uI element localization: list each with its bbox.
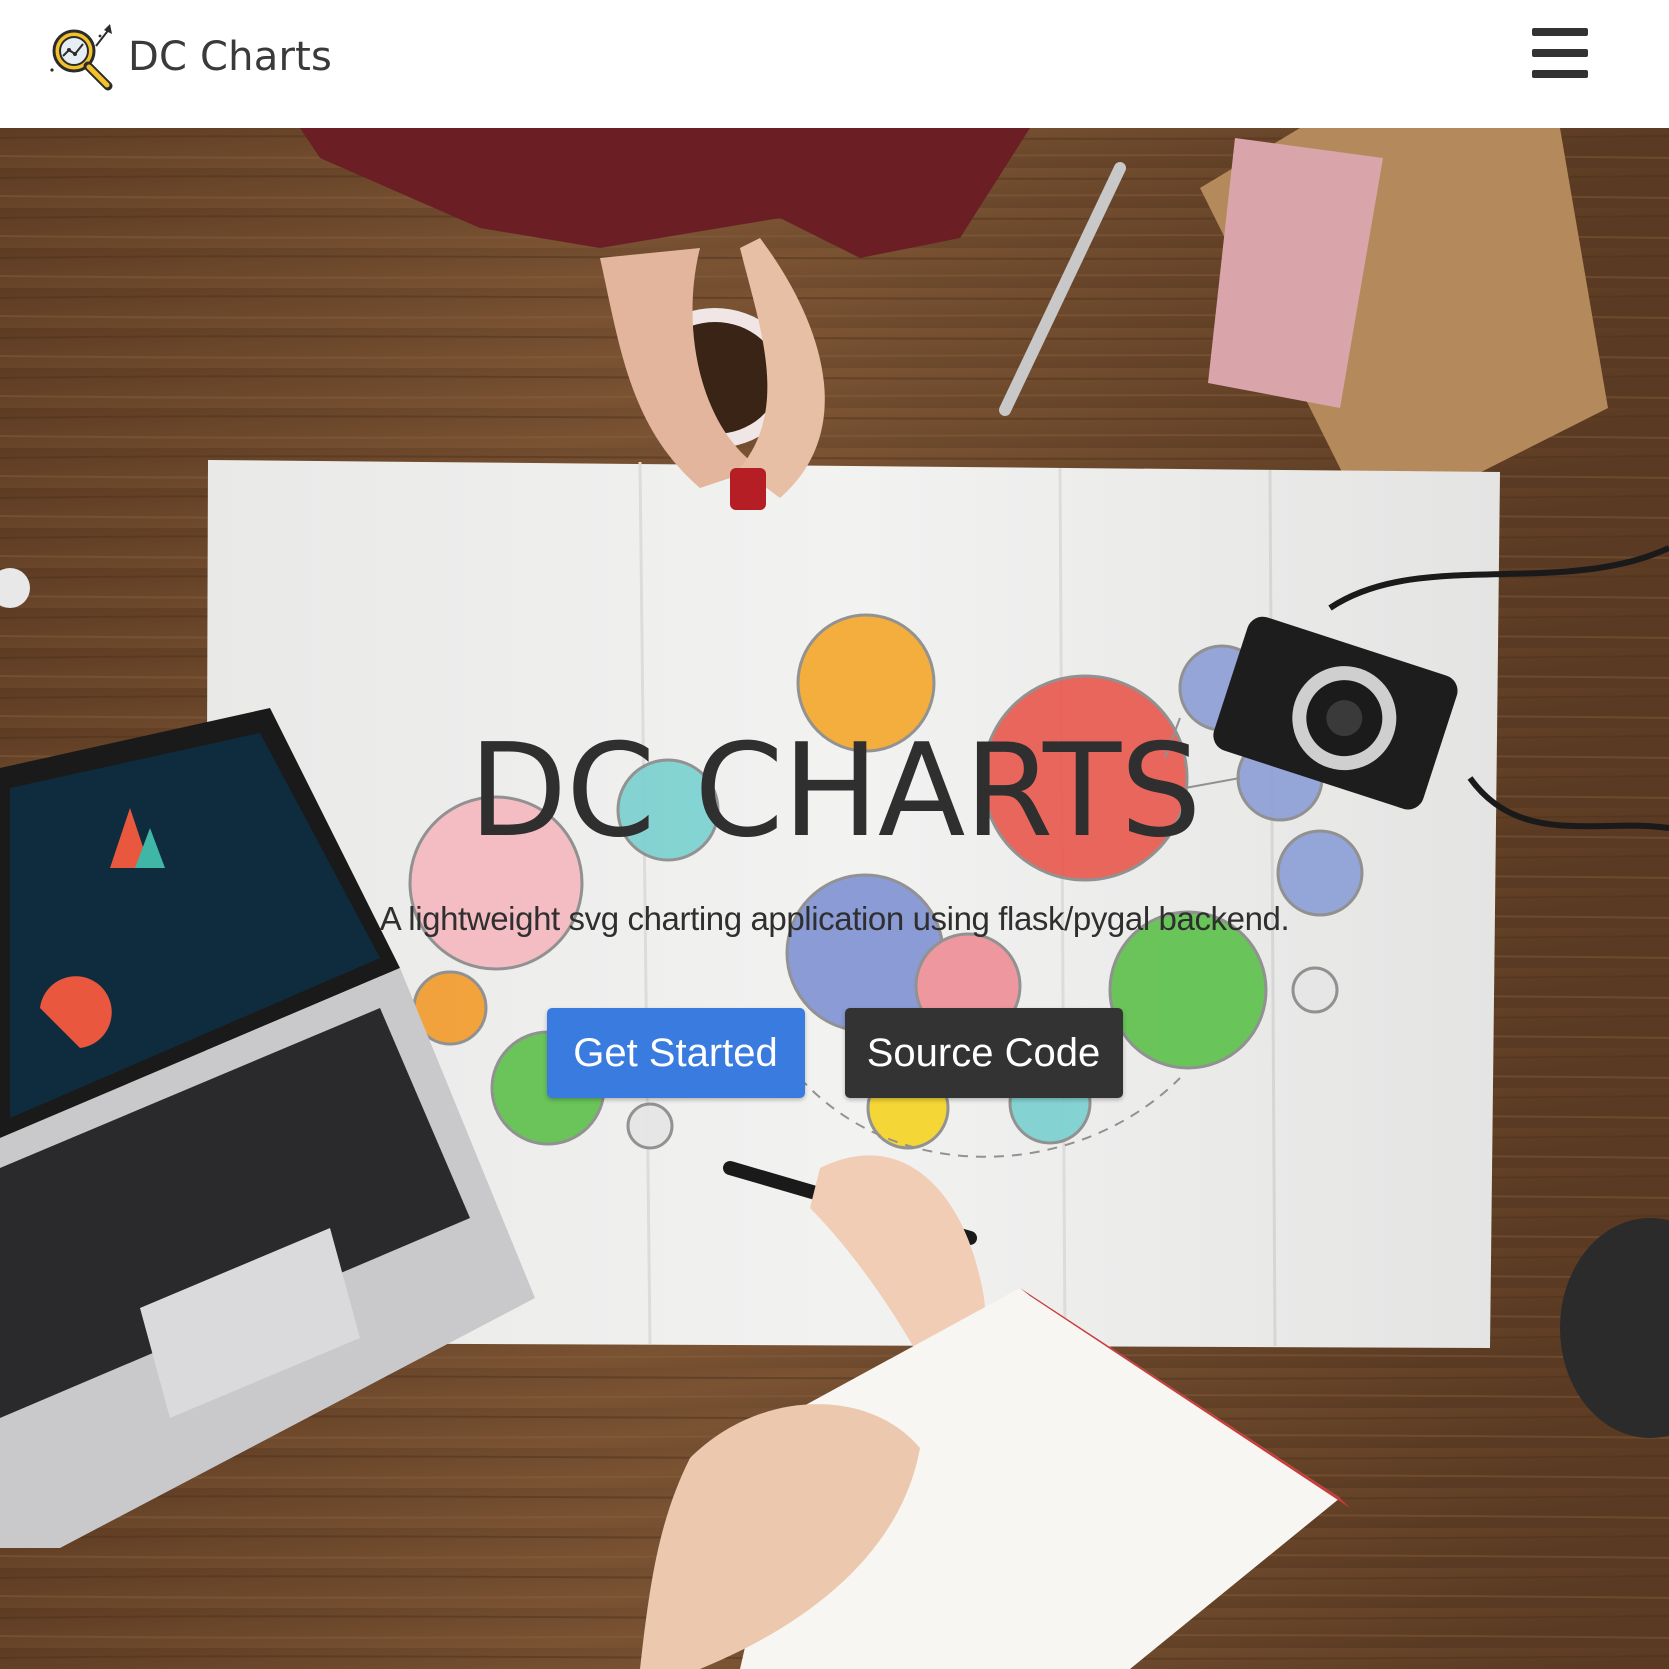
- navbar: DC Charts: [0, 0, 1669, 128]
- brand-name: DC Charts: [128, 34, 333, 80]
- hero-actions: Get Started Source Code: [0, 1008, 1669, 1098]
- get-started-button[interactable]: Get Started: [546, 1008, 805, 1098]
- magnifier-chart-icon: [50, 24, 113, 91]
- hamburger-menu-icon-bar: [1532, 49, 1588, 57]
- hero-background-image: [0, 128, 1669, 1669]
- brand-link[interactable]: DC Charts: [46, 22, 332, 92]
- hamburger-menu-icon: [1532, 28, 1588, 36]
- hamburger-menu-icon-bar: [1532, 70, 1588, 78]
- hero-title: DC CHARTS: [468, 717, 1202, 866]
- hamburger-menu-button[interactable]: [1528, 24, 1592, 82]
- source-code-button[interactable]: Source Code: [844, 1008, 1123, 1098]
- hero-section: DC CHARTS A lightweight svg charting app…: [0, 128, 1669, 1669]
- hero-subtitle: A lightweight svg charting application u…: [379, 900, 1290, 937]
